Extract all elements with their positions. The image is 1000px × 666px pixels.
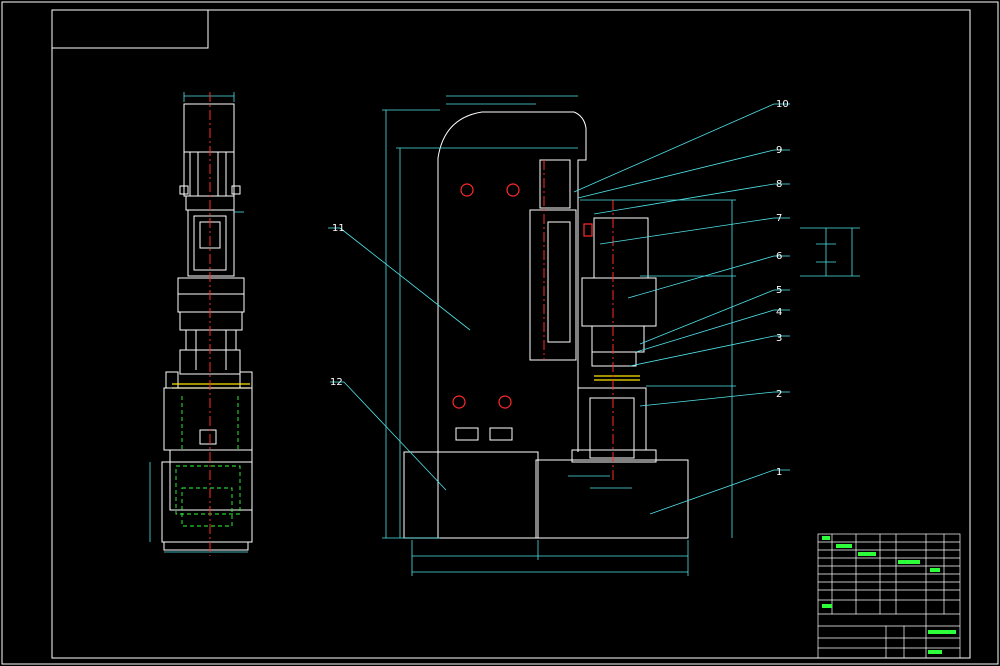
part-label-6: 6 xyxy=(776,251,782,262)
part-label-10: 10 xyxy=(776,99,789,110)
cad-drawing: 1 2 3 4 5 6 7 8 9 10 11 12 xyxy=(1,1,999,665)
part-label-9: 9 xyxy=(776,145,782,156)
part-label-8: 8 xyxy=(776,179,782,190)
part-label-11: 11 xyxy=(332,223,345,234)
main-view xyxy=(328,95,790,576)
part-label-4: 4 xyxy=(776,307,782,318)
top-left-box xyxy=(51,9,209,49)
part-label-2: 2 xyxy=(776,389,782,400)
detail-sketch xyxy=(800,227,860,277)
part-label-5: 5 xyxy=(776,285,782,296)
outer-border xyxy=(1,1,999,665)
left-view xyxy=(149,92,253,556)
title-block xyxy=(817,533,961,659)
part-label-3: 3 xyxy=(776,333,782,344)
part-label-1: 1 xyxy=(776,467,782,478)
part-label-12: 12 xyxy=(330,377,343,388)
part-label-7: 7 xyxy=(776,213,782,224)
